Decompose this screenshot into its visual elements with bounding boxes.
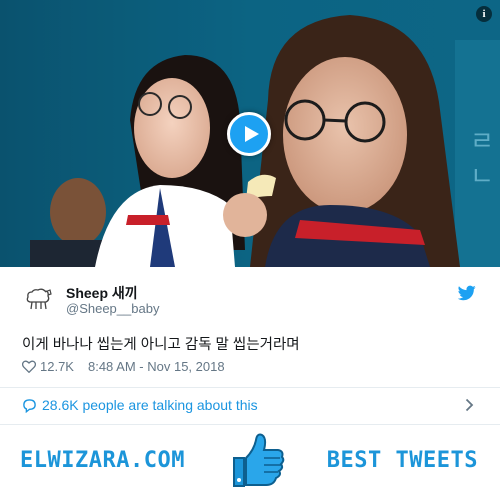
chevron-right-icon bbox=[465, 398, 474, 412]
tweet-timestamp[interactable]: 8:48 AM - Nov 15, 2018 bbox=[88, 359, 225, 374]
brand-banner: ELWIZARA.COM BEST TWEETS bbox=[0, 425, 500, 497]
sheep-avatar[interactable] bbox=[22, 283, 54, 315]
svg-text:ㄴ: ㄴ bbox=[470, 162, 494, 192]
heart-icon[interactable] bbox=[22, 360, 36, 373]
speech-bubble-icon bbox=[23, 399, 36, 413]
site-name[interactable]: ELWIZARA.COM bbox=[20, 448, 185, 473]
thumbs-up-icon bbox=[233, 433, 285, 487]
user-handle[interactable]: @Sheep__baby bbox=[66, 301, 159, 316]
conversation-link[interactable]: 28.6K people are talking about this bbox=[0, 387, 500, 424]
video-thumbnail[interactable]: ㄹ ㄴ i bbox=[0, 0, 500, 267]
play-button[interactable] bbox=[227, 112, 271, 156]
conversation-label[interactable]: 28.6K people are talking about this bbox=[42, 397, 258, 413]
like-count[interactable]: 12.7K bbox=[40, 359, 74, 374]
info-icon[interactable]: i bbox=[476, 6, 492, 22]
tweet-meta: 12.7K 8:48 AM - Nov 15, 2018 bbox=[22, 359, 225, 374]
tweet-text: 이게 바나나 씹는게 아니고 감독 말 씹는거라며 bbox=[22, 337, 300, 353]
user-display-name[interactable]: Sheep 새끼 bbox=[66, 283, 138, 303]
banner-tagline: BEST TWEETS bbox=[326, 448, 478, 473]
svg-text:ㄹ: ㄹ bbox=[470, 127, 494, 157]
twitter-bird-icon[interactable] bbox=[458, 285, 476, 301]
play-icon bbox=[245, 126, 259, 142]
